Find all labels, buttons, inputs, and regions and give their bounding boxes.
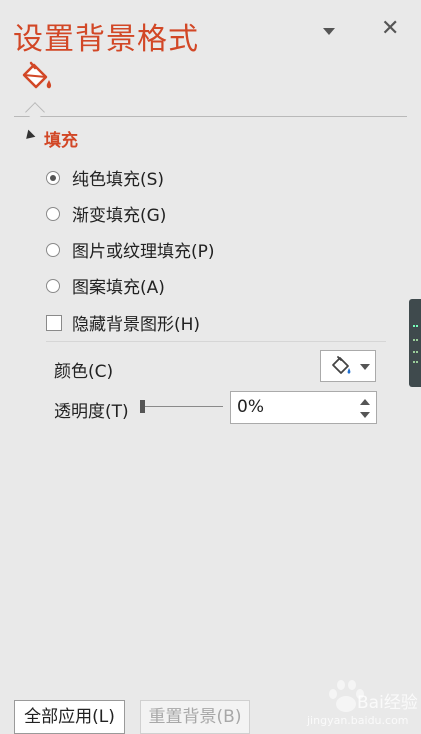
transparency-value[interactable]: 0% xyxy=(237,397,264,417)
hide-background-checkbox[interactable]: 隐藏背景图形(H) xyxy=(46,310,200,335)
radio-button[interactable] xyxy=(46,170,60,185)
pane-options-dropdown-icon[interactable] xyxy=(323,28,335,35)
checkbox-label: 隐藏背景图形(H) xyxy=(72,315,201,335)
transparency-slider-track[interactable] xyxy=(145,406,223,407)
color-picker-button[interactable] xyxy=(320,350,376,382)
fill-tab[interactable] xyxy=(18,59,56,95)
radio-picture-fill[interactable]: 图片或纹理填充(P) xyxy=(46,237,215,262)
tab-underline xyxy=(14,116,407,117)
radio-solid-fill[interactable]: 纯色填充(S) xyxy=(46,165,164,190)
radio-gradient-fill[interactable]: 渐变填充(G) xyxy=(46,201,166,226)
chevron-down-icon xyxy=(360,364,370,370)
checkbox[interactable] xyxy=(46,314,62,331)
apply-to-all-button[interactable]: 全部应用(L) xyxy=(14,700,125,734)
radio-label: 渐变填充(G) xyxy=(72,206,167,226)
transparency-slider-handle[interactable] xyxy=(140,400,145,413)
radio-label: 图片或纹理填充(P) xyxy=(72,242,215,262)
divider xyxy=(46,341,386,342)
paint-bucket-icon xyxy=(332,356,351,374)
section-collapse-arrow[interactable] xyxy=(22,129,36,143)
transparency-label: 透明度(T) xyxy=(54,402,129,422)
spin-up-icon[interactable] xyxy=(360,399,370,405)
radio-button[interactable] xyxy=(46,242,60,257)
color-label: 颜色(C) xyxy=(54,362,114,382)
page-title: 设置背景格式 xyxy=(13,22,199,57)
radio-button[interactable] xyxy=(46,206,60,221)
transparency-spinner[interactable]: 0% xyxy=(230,391,377,424)
watermark-brand: Bai经验 xyxy=(357,693,418,713)
spin-down-icon[interactable] xyxy=(360,412,370,418)
radio-button[interactable] xyxy=(46,278,60,293)
level-meter-icon xyxy=(413,325,418,363)
radio-pattern-fill[interactable]: 图案填充(A) xyxy=(46,273,165,298)
close-icon[interactable]: ✕ xyxy=(381,18,399,40)
radio-label: 图案填充(A) xyxy=(72,278,165,298)
radio-label: 纯色填充(S) xyxy=(72,170,165,190)
paint-bucket-icon xyxy=(22,61,52,89)
side-scroll-strip[interactable] xyxy=(409,299,421,387)
watermark-url: jingyan.baidu.com xyxy=(307,714,409,727)
section-title-fill[interactable]: 填充 xyxy=(44,126,78,151)
tab-notch xyxy=(25,102,45,122)
reset-background-button[interactable]: 重置背景(B) xyxy=(140,700,250,734)
